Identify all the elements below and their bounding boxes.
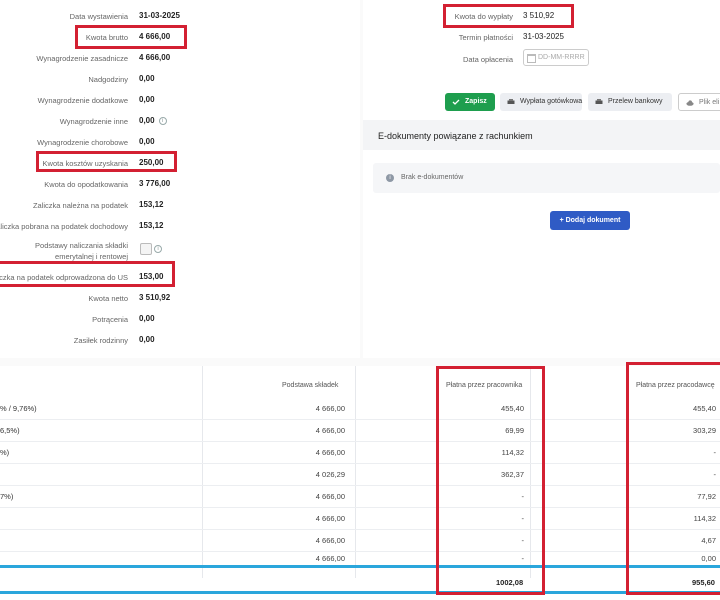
- sick-salary-label: Wynagrodzenie chorobowe: [37, 138, 128, 147]
- save-button-label: Zapisz: [465, 98, 487, 105]
- table-row: 4 026,29 362,37 -: [0, 463, 720, 486]
- printer-icon: [595, 99, 603, 104]
- pension-basis-checkbox[interactable]: [140, 243, 152, 255]
- info-icon: i: [386, 174, 394, 182]
- extra-salary-label: Wynagrodzenie dodatkowe: [37, 96, 128, 105]
- highlight-tax-paid-us: [0, 261, 175, 287]
- contribution-base: 4 666,00: [315, 554, 345, 563]
- row-net-amount: Kwota netto 3 510,92: [0, 292, 360, 306]
- tax-due-value: 153,12: [139, 200, 164, 209]
- sick-salary-value: 0,00: [139, 137, 155, 146]
- row-paid-date: Data opłacenia DD-MM-RRRR: [363, 49, 720, 67]
- contribution-base: 4 666,00: [315, 492, 345, 501]
- blue-highlight-line: [0, 565, 720, 568]
- base-salary-label: Wynagrodzenie zasadnicze: [36, 54, 128, 63]
- row-extra-salary: Wynagrodzenie dodatkowe 0,00: [0, 94, 360, 108]
- row-issue-date: Data wystawienia 31-03-2025: [0, 10, 360, 24]
- taxable-amount-label: Kwota do opodatkowania: [44, 180, 128, 189]
- file-button-label: Plik eli: [699, 99, 720, 106]
- contribution-base: 4 026,29: [315, 470, 345, 479]
- table-row: %) 4 666,00 114,32 -: [0, 441, 720, 464]
- tax-collected-label: Zaliczka pobrana na podatek dochodowy: [0, 222, 128, 231]
- cloud-icon: [686, 100, 694, 106]
- bank-transfer-button[interactable]: Przelew bankowy: [588, 93, 672, 111]
- overtime-value: 0,00: [139, 74, 155, 83]
- table-row: % / 9,76%) 4 666,00 455,40 455,40: [0, 397, 720, 420]
- tax-due-label: Zaliczka należna na podatek: [32, 201, 128, 210]
- highlight-payout-amount: [443, 4, 574, 28]
- header-contribution-base: Podstawa składek: [282, 382, 339, 389]
- info-icon[interactable]: i: [158, 116, 167, 125]
- issue-date-value: 31-03-2025: [139, 11, 180, 20]
- row-due-date: Termin płatności 31-03-2025: [363, 31, 720, 45]
- calendar-icon: [527, 54, 536, 63]
- paid-date-label: Data opłacenia: [462, 55, 513, 64]
- row-overtime: Nadgodziny 0,00: [0, 73, 360, 87]
- base-salary-value: 4 666,00: [139, 53, 171, 62]
- tax-collected-value: 153,12: [139, 221, 164, 230]
- blue-highlight-line: [0, 591, 720, 594]
- contribution-name: 6,5%): [0, 426, 20, 435]
- table-row: 6,5%) 4 666,00 69,99 303,29: [0, 419, 720, 442]
- highlight-employer-column: [626, 362, 720, 595]
- pension-basis-label: Podstawy naliczania składki emerytalnej …: [35, 241, 128, 261]
- overtime-label: Nadgodziny: [88, 75, 128, 84]
- table-row: 4 666,00 - 114,32: [0, 507, 720, 530]
- paid-date-placeholder: DD-MM-RRRR: [538, 54, 585, 61]
- row-base-salary: Wynagrodzenie zasadnicze 4 666,00: [0, 52, 360, 66]
- highlight-gross-amount: [75, 25, 187, 49]
- contribution-name: %): [0, 448, 10, 457]
- save-button[interactable]: Zapisz: [445, 93, 495, 111]
- deductions-value: 0,00: [139, 314, 155, 323]
- extra-salary-value: 0,00: [139, 95, 155, 104]
- edocs-empty-text: Brak e-dokumentów: [401, 174, 464, 181]
- contribution-base: 4 666,00: [315, 514, 345, 523]
- family-allowance-value: 0,00: [139, 335, 155, 344]
- row-family-allowance: Zasiłek rodzinny 0,00: [0, 334, 360, 348]
- taxable-amount-value: 3 776,00: [139, 179, 171, 188]
- row-sick-salary: Wynagrodzenie chorobowe 0,00: [0, 136, 360, 150]
- row-tax-due: Zaliczka należna na podatek 153,12: [0, 199, 360, 213]
- row-tax-collected: Zaliczka pobrana na podatek dochodowy 15…: [0, 220, 360, 234]
- printer-icon: [507, 99, 515, 104]
- contribution-base: 4 666,00: [315, 448, 345, 457]
- contribution-base: 4 666,00: [315, 536, 345, 545]
- table-row: 7%) 4 666,00 - 77,92: [0, 485, 720, 508]
- cash-payout-label: Wypłata gotówkowa: [520, 98, 583, 105]
- due-date-label: Termin płatności: [458, 33, 513, 42]
- row-other-salary: Wynagrodzenie inne 0,00 i: [0, 115, 360, 129]
- net-amount-value: 3 510,92: [139, 293, 171, 302]
- bank-transfer-label: Przelew bankowy: [608, 98, 663, 105]
- highlight-cost-of-income: [36, 151, 177, 172]
- row-deductions: Potrącenia 0,00: [0, 313, 360, 327]
- cash-payout-button[interactable]: Wypłata gotówkowa: [500, 93, 582, 111]
- check-icon: [452, 99, 460, 105]
- contribution-base: 4 666,00: [315, 426, 345, 435]
- edocs-title: E-dokumenty powiązane z rachunkiem: [378, 131, 533, 141]
- file-button[interactable]: Plik eli: [678, 93, 720, 111]
- net-amount-label: Kwota netto: [88, 294, 128, 303]
- due-date-value: 31-03-2025: [523, 32, 564, 41]
- contribution-name: % / 9,76%): [0, 404, 37, 413]
- family-allowance-label: Zasiłek rodzinny: [73, 336, 128, 345]
- other-salary-value-wrap: 0,00 i: [139, 116, 167, 125]
- highlight-employee-column: [436, 366, 545, 595]
- issue-date-label: Data wystawienia: [69, 12, 128, 21]
- table-row: 4 666,00 - 4,67: [0, 529, 720, 552]
- add-document-button[interactable]: + Dodaj dokument: [550, 211, 630, 230]
- paid-date-input[interactable]: DD-MM-RRRR: [523, 49, 589, 66]
- row-taxable-amount: Kwota do opodatkowania 3 776,00: [0, 178, 360, 192]
- contribution-base: 4 666,00: [315, 404, 345, 413]
- other-salary-value: 0,00: [139, 116, 155, 125]
- contribution-name: 7%): [0, 492, 14, 501]
- other-salary-label: Wynagrodzenie inne: [59, 117, 128, 126]
- info-icon[interactable]: i: [154, 245, 162, 253]
- deductions-label: Potrącenia: [92, 315, 128, 324]
